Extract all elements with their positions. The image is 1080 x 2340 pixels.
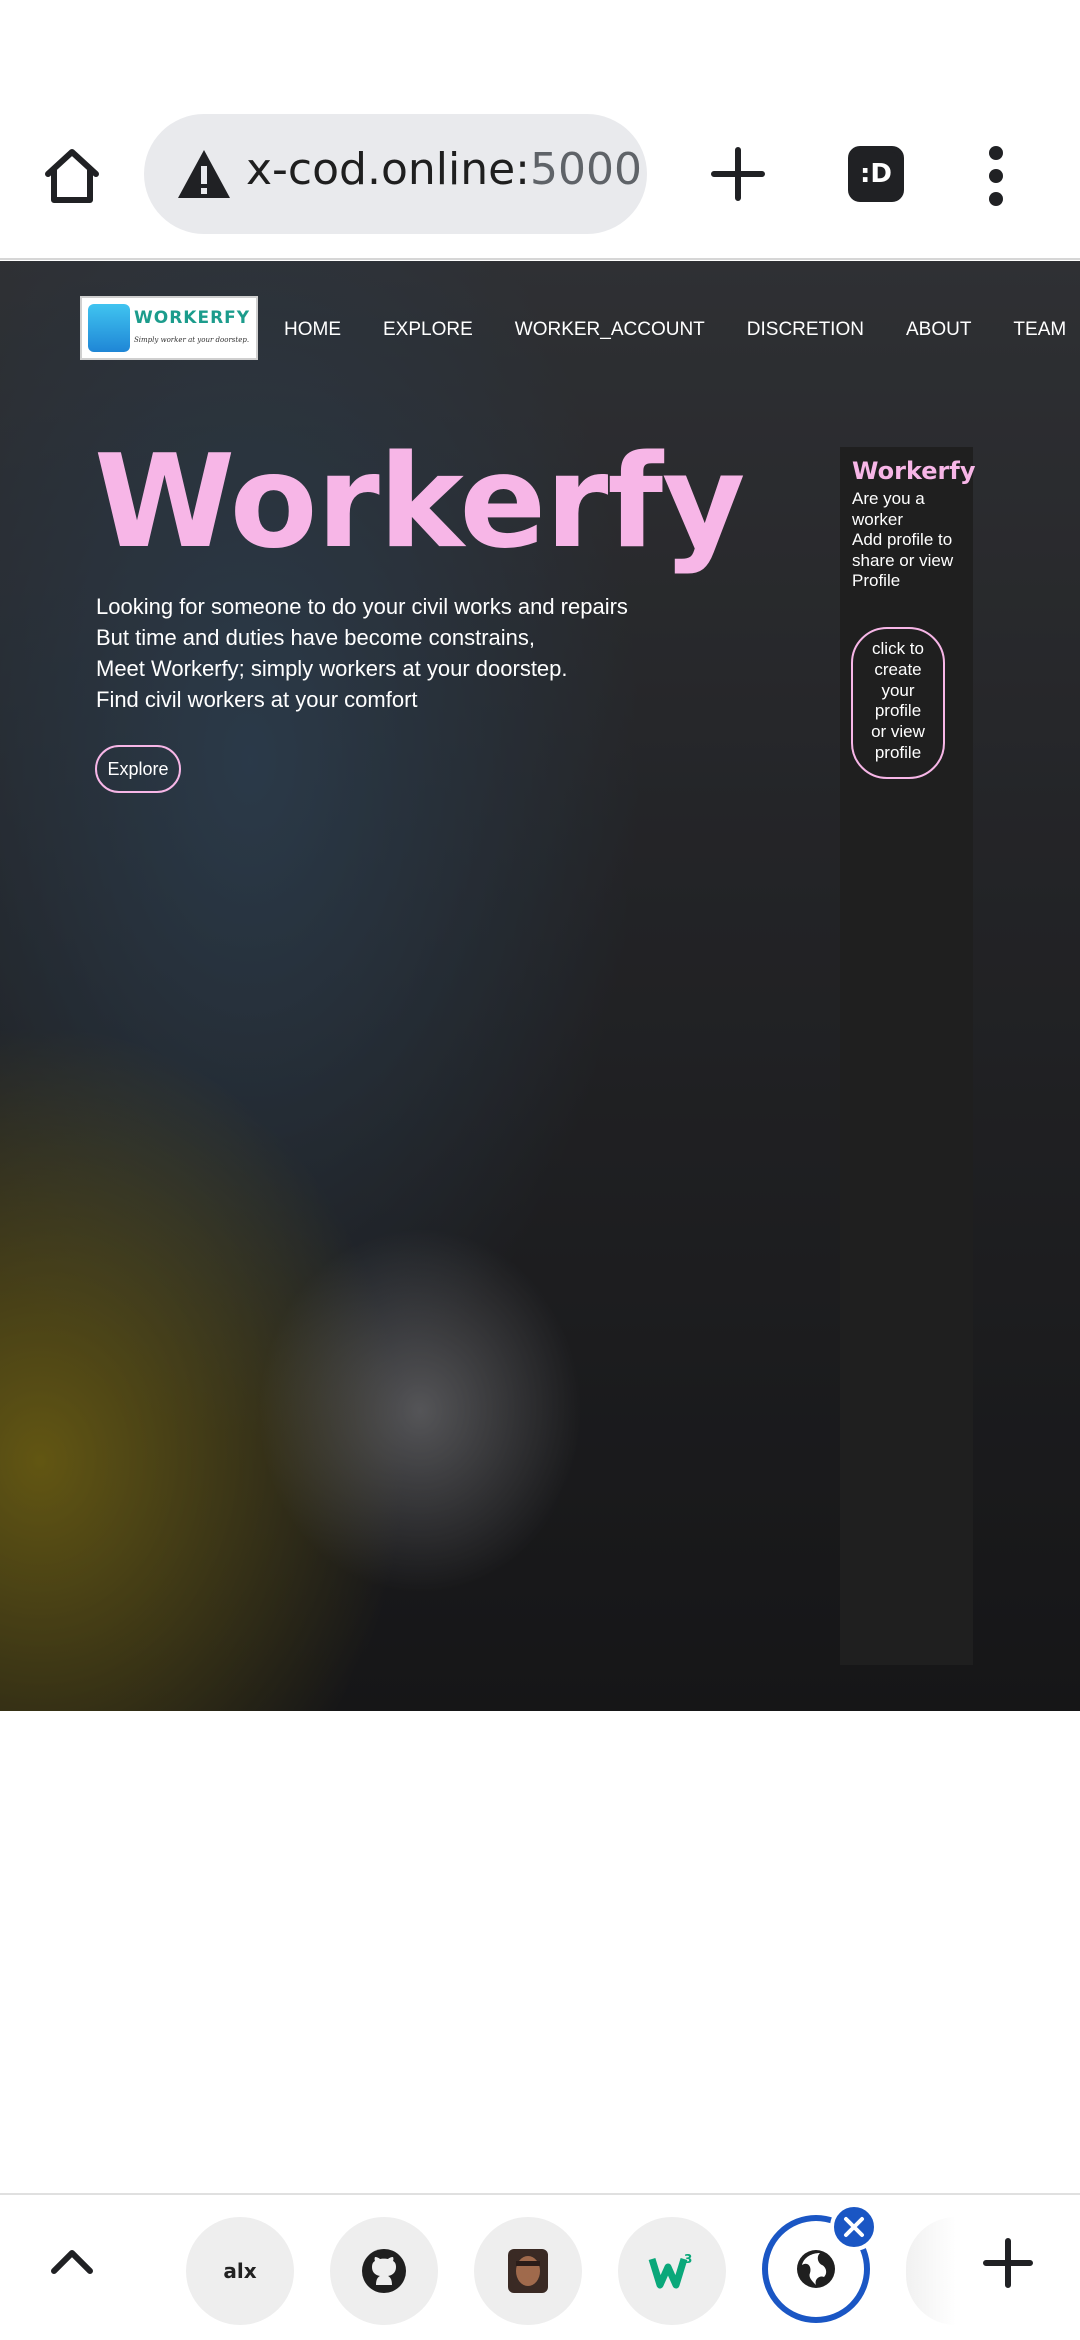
globe-icon xyxy=(797,2250,835,2288)
tabs-icon[interactable]: :D xyxy=(848,146,904,202)
logo-tagline: Simply worker at your doorstep. xyxy=(134,336,250,344)
status-bar-area xyxy=(0,0,1080,110)
explore-button[interactable]: Explore xyxy=(95,745,181,793)
close-x-glyph xyxy=(844,2217,864,2237)
url-host: x-cod.online: xyxy=(246,144,530,195)
side-text-line: worker xyxy=(852,509,904,529)
logo-word: WORKERFY xyxy=(134,308,251,328)
hero-line: Meet Workerfy; simply workers at your do… xyxy=(96,656,568,681)
worker-side-panel: Workerfy Are you a worker Add profile to… xyxy=(840,447,976,1665)
avatar-photo xyxy=(508,2249,548,2293)
alx-label: alx xyxy=(223,2259,257,2283)
button-line: click to xyxy=(872,639,924,658)
side-text-line: Profile xyxy=(852,571,901,590)
site-logo[interactable]: WORKERFY Simply worker at your doorstep. xyxy=(80,296,258,360)
more-vert-icon[interactable] xyxy=(982,146,1010,206)
url-port: 5000 xyxy=(529,144,642,195)
url-bar[interactable]: x-cod.online:5000 xyxy=(144,114,647,234)
warning-icon[interactable] xyxy=(176,148,232,200)
avatar-tab[interactable] xyxy=(474,2217,582,2325)
w3-tab[interactable]: 3 xyxy=(618,2217,726,2325)
side-panel-text: Are you a worker Add profile to share or… xyxy=(852,489,970,592)
partial-tab[interactable] xyxy=(906,2217,956,2325)
nav-team[interactable]: TEAM xyxy=(1013,319,1066,341)
create-profile-button[interactable]: click to create your profile or view pro… xyxy=(851,627,945,779)
svg-text:3: 3 xyxy=(684,2252,692,2266)
nav-discretion[interactable]: DISCRETION xyxy=(747,319,864,341)
nav-about[interactable]: ABOUT xyxy=(906,319,971,341)
side-text-line: Are you a xyxy=(852,489,925,508)
side-panel-title: Workerfy xyxy=(852,457,976,485)
bottom-tab-strip: alx 3 xyxy=(0,2193,1080,2340)
nav-home[interactable]: HOME xyxy=(284,319,341,341)
button-line: your xyxy=(881,680,915,700)
hero-line: Looking for someone to do your civil wor… xyxy=(96,594,628,619)
button-line: create xyxy=(874,659,922,679)
hero-description: Looking for someone to do your civil wor… xyxy=(96,591,628,715)
close-icon[interactable] xyxy=(830,2203,878,2251)
w3-logo-icon: 3 xyxy=(648,2252,692,2289)
caret-up-icon[interactable] xyxy=(44,2235,100,2291)
plus-icon[interactable] xyxy=(708,144,768,204)
hero-line: But time and duties have become constrai… xyxy=(96,625,536,650)
browser-toolbar: x-cod.online:5000 :D xyxy=(0,110,1080,260)
new-tab-plus-icon[interactable] xyxy=(980,2235,1036,2291)
url-text: x-cod.online:5000 xyxy=(246,144,642,195)
hero-title: Workerfy xyxy=(94,428,745,577)
logo-mark-icon xyxy=(88,304,130,352)
nav-explore[interactable]: EXPLORE xyxy=(383,319,473,341)
github-icon xyxy=(362,2249,406,2293)
side-text-line: share or view xyxy=(852,550,954,570)
hero-section: WORKERFY Simply worker at your doorstep.… xyxy=(0,261,1080,1711)
side-text-line: Add profile to xyxy=(852,530,953,549)
button-line: profile xyxy=(874,701,922,721)
site-nav: HOME EXPLORE WORKER_ACCOUNT DISCRETION A… xyxy=(284,319,1080,341)
alx-tab[interactable]: alx xyxy=(186,2217,294,2325)
home-icon[interactable] xyxy=(40,144,104,208)
button-line: or view xyxy=(871,722,925,742)
hero-line: Find civil workers at your comfort xyxy=(96,687,418,712)
nav-worker-account[interactable]: WORKER_ACCOUNT xyxy=(515,319,705,341)
github-tab[interactable] xyxy=(330,2217,438,2325)
button-line: profile xyxy=(874,742,922,762)
